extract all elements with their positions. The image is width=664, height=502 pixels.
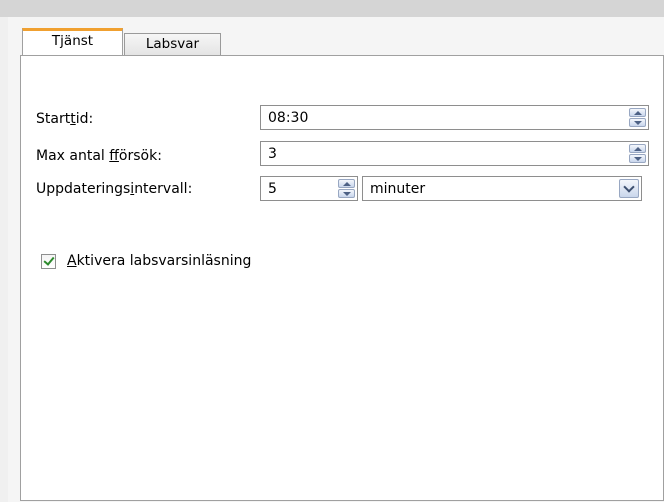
max-attempts-spin-down[interactable] [629, 154, 646, 163]
update-interval-spin-up[interactable] [338, 179, 355, 188]
start-time-label: Starttid: [36, 111, 94, 127]
chevron-down-icon [623, 181, 635, 193]
start-time-spin-buttons [629, 108, 646, 127]
spin-up-icon [342, 181, 351, 186]
spin-down-icon [633, 120, 642, 125]
spin-up-icon [633, 146, 642, 151]
tab-labsvar-label: Labsvar [145, 36, 200, 52]
update-interval-label: Uppdateringsintervall: [36, 181, 193, 197]
spin-up-icon [633, 110, 642, 115]
update-interval-spin-down[interactable] [338, 189, 355, 198]
tab-panel-tjanst: Starttid: 08:30 Max antal fförsök: 3 Upp… [20, 55, 664, 501]
tab-labsvar[interactable]: Labsvar [124, 33, 221, 55]
max-attempts-value[interactable]: 3 [268, 145, 277, 163]
max-attempts-label: Max antal fförsök: [36, 148, 162, 164]
max-attempts-spinner[interactable]: 3 [260, 141, 649, 166]
settings-window: Tjänst Labsvar Starttid: 08:30 Max antal… [8, 17, 664, 502]
spin-down-icon [342, 191, 351, 196]
update-interval-spin-buttons [338, 179, 355, 198]
interval-unit-select[interactable]: minuter [362, 176, 642, 201]
start-time-spinner[interactable]: 08:30 [260, 105, 649, 130]
tab-tjanst-label: Tjänst [51, 33, 94, 49]
enable-lab-results-label[interactable]: Aktivera labsvarsinläsning [67, 252, 251, 270]
tab-tjanst[interactable]: Tjänst [22, 28, 123, 55]
start-time-spin-down[interactable] [629, 118, 646, 127]
max-attempts-spin-buttons [629, 144, 646, 163]
title-strip [0, 0, 664, 17]
interval-unit-dropdown-button[interactable] [619, 179, 639, 198]
update-interval-spinner[interactable]: 5 [260, 176, 358, 201]
update-interval-value[interactable]: 5 [268, 180, 277, 198]
checkmark-icon [43, 254, 55, 266]
start-time-spin-up[interactable] [629, 108, 646, 117]
max-attempts-spin-up[interactable] [629, 144, 646, 153]
interval-unit-value: minuter [370, 181, 426, 197]
spin-down-icon [633, 156, 642, 161]
start-time-value[interactable]: 08:30 [268, 109, 308, 127]
enable-lab-results-checkbox[interactable] [41, 254, 56, 269]
